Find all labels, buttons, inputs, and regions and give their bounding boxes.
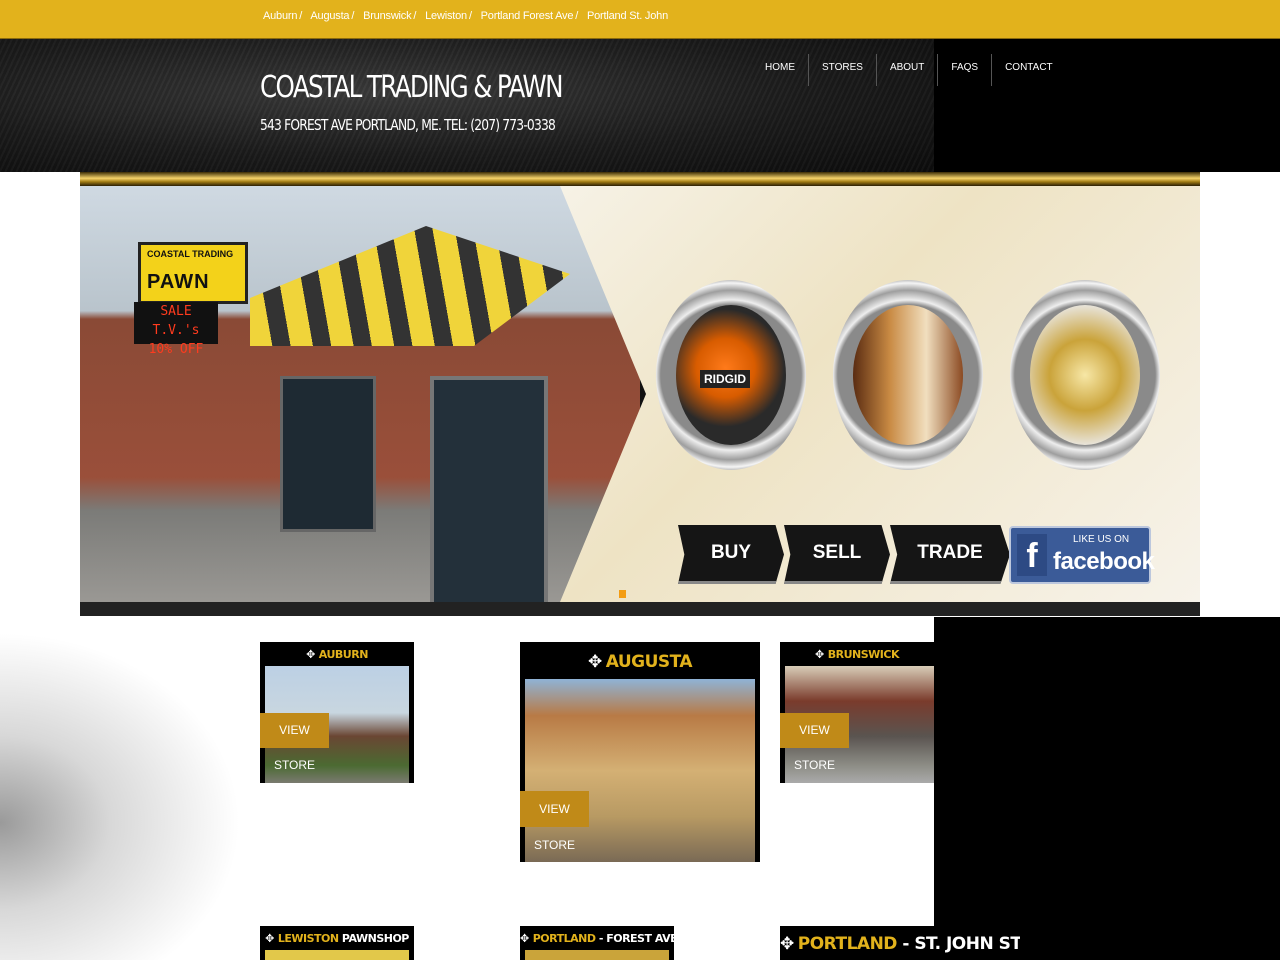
store-name: BRUNSWICK [827,648,900,661]
buy-sell-trade-banner: BUY SELL TRADE [678,525,1010,584]
diamond-cluster-icon: ✥ [265,932,274,945]
storefront-door [430,376,548,616]
tools-circle-image: RIDGID [656,280,806,470]
view-store-button-augusta[interactable]: VIEW STORE [520,791,589,852]
site-address-phone: 543 FOREST AVE PORTLAND, ME. TEL: (207) … [260,116,556,134]
trade-label: TRADE [890,525,1010,584]
breadcrumb-portland-forest-ave[interactable]: Portland Forest Ave [481,10,574,22]
breadcrumb-separator: / [413,10,417,22]
sign-line-1: COASTAL TRADING [147,249,234,259]
breadcrumb-augusta[interactable]: Augusta [310,10,349,22]
breadcrumb-separator: / [575,10,579,22]
diamond-cluster-icon: ✥ [587,652,602,672]
diamond-cluster-icon: ✥ [780,934,794,954]
gold-divider [80,172,1200,186]
storefront-window [280,376,376,532]
nav-home[interactable]: HOME [752,54,808,86]
nav-about[interactable]: ABOUT [875,54,937,86]
nav-faqs[interactable]: FAQS [937,54,991,86]
side-black-panel [934,617,1280,960]
diamond-cluster-icon: ✥ [815,648,824,661]
store-card-brunswick[interactable]: ✥ BRUNSWICK VIEW STORE [780,642,934,783]
grunge-background [0,617,260,960]
facebook-wordmark: facebook [1053,548,1155,575]
nav-contact[interactable]: CONTACT [991,54,1066,86]
facebook-f-icon: f [1017,534,1047,576]
jewelry-circle-image [1010,280,1160,470]
store-name: AUGUSTA [605,652,693,672]
store-photo-portland-forest-ave [525,950,669,960]
store-suffix: - ST. JOHN STREET [902,934,1020,954]
led-line-2: 10% OFF [148,342,204,357]
led-line-1: SALE T.V.'s [152,304,200,338]
store-name: AUBURN [318,648,369,661]
pawn-sign: COASTAL TRADING PAWN [138,242,248,304]
facebook-like-button[interactable]: f LIKE US ON facebook [1009,526,1155,584]
diamond-cluster-icon: ✥ [306,648,315,661]
breadcrumb-lewiston[interactable]: Lewiston [425,10,467,22]
store-card-portland-st-john[interactable]: ✥PORTLAND - ST. JOHN STREET [780,926,1020,960]
breadcrumb-separator: / [468,10,472,22]
drill-brand-label: RIDGID [700,370,750,388]
buy-label: BUY [678,525,784,584]
facebook-like-text: LIKE US ON [1073,534,1130,545]
store-photo-lewiston [265,950,409,960]
store-suffix: PAWNSHOP [338,932,409,945]
store-suffix: - FOREST AVENUE [598,932,674,945]
sell-label: SELL [784,525,890,584]
slider-dot-active[interactable] [619,590,626,598]
sign-word: PAWN [147,271,210,293]
diamond-cluster-icon: ✥ [520,932,529,945]
breadcrumb-portland-st-john[interactable]: Portland St. John [587,10,668,22]
store-card-auburn[interactable]: ✥ AUBURN VIEW STORE [260,642,414,783]
breadcrumb-separator: / [299,10,303,22]
view-store-button-auburn[interactable]: VIEW STORE [260,713,329,772]
store-card-portland-forest-ave[interactable]: ✥PORTLAND - FOREST AVENUE [520,926,674,960]
led-sign: SALE T.V.'s 10% OFF [134,302,218,357]
guitars-circle-image [833,280,983,470]
breadcrumb-separator: / [351,10,355,22]
hero-slider[interactable]: COASTAL TRADING PAWN SALE T.V.'s 10% OFF… [80,172,1200,616]
storefront-photo: COASTAL TRADING PAWN SALE T.V.'s 10% OFF [80,186,640,616]
store-card-augusta[interactable]: ✥ AUGUSTA VIEW STORE [520,642,760,862]
breadcrumb-auburn[interactable]: Auburn [263,10,297,22]
main-nav: HOME STORES ABOUT FAQS CONTACT [752,54,1066,86]
slider-bottom-bar [80,602,1200,616]
breadcrumb-brunswick[interactable]: Brunswick [363,10,412,22]
striped-awning [250,226,570,346]
breadcrumb: Auburn / Augusta / Brunswick / Lewiston / Po… [263,10,668,22]
view-store-button-brunswick[interactable]: VIEW STORE [780,713,849,772]
site-title[interactable]: COASTAL TRADING & PAWN [260,70,563,105]
store-name: PORTLAND [797,934,898,954]
store-name: PORTLAND [532,932,596,945]
nav-stores[interactable]: STORES [808,54,876,86]
store-name: LEWISTON [277,932,339,945]
store-card-lewiston[interactable]: ✥ LEWISTON PAWNSHOP [260,926,414,960]
top-bar: Auburn / Augusta / Brunswick / Lewiston / Po… [0,0,1280,39]
